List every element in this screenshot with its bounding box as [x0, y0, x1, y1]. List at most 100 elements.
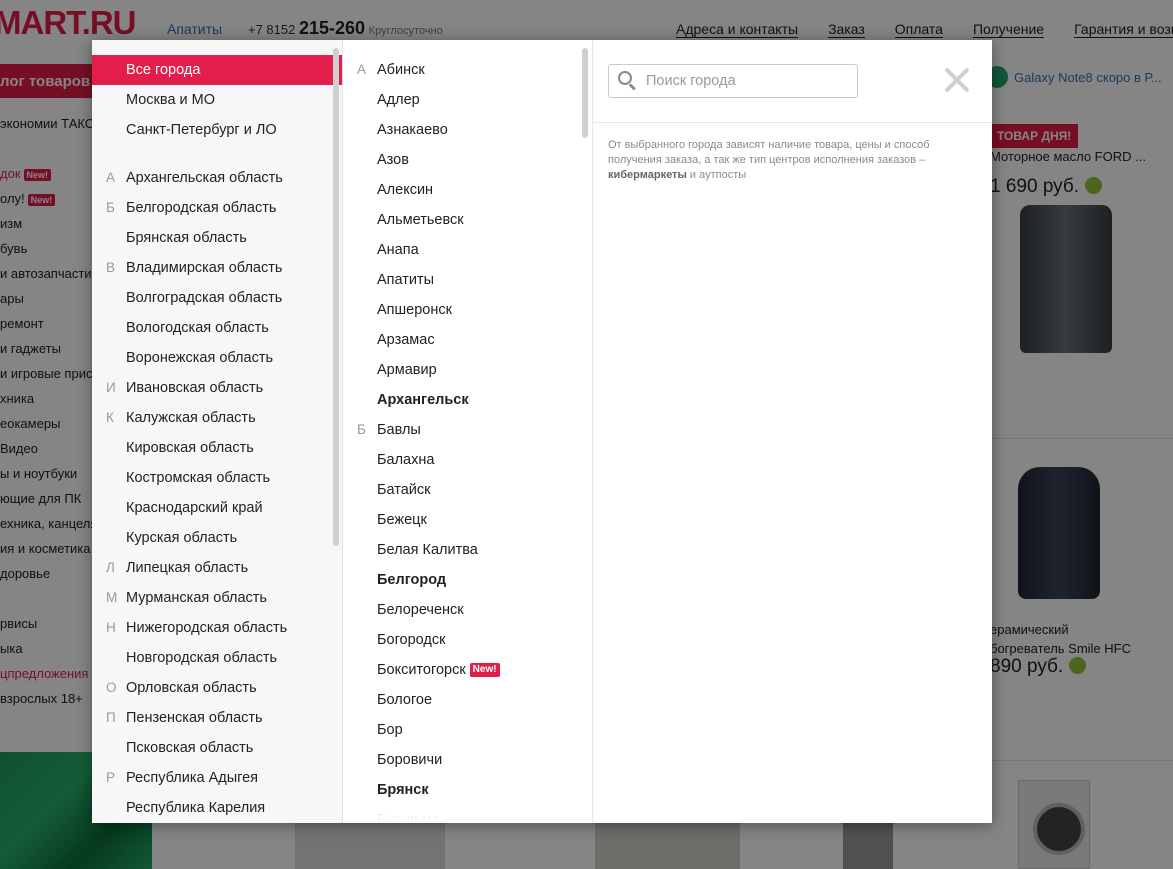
city-item[interactable]: Батайск: [343, 475, 592, 505]
region-name: Псковская область: [126, 740, 254, 756]
cities-column: А Абинск Адлер Азнакаево Азов Алексин Альметье…: [343, 40, 593, 823]
city-item[interactable]: Азов: [343, 145, 592, 175]
alpha-letter: Л: [106, 560, 115, 575]
city-name: Апатиты: [377, 272, 435, 288]
region-item[interactable]: О Орловская область: [92, 673, 342, 703]
city-item[interactable]: Боровичи: [343, 745, 592, 775]
region-item[interactable]: М Мурманская область: [92, 583, 342, 613]
city-item[interactable]: Альметьевск: [343, 205, 592, 235]
region-item[interactable]: Все города: [92, 55, 342, 85]
alpha-letter: К: [106, 410, 114, 425]
region-item[interactable]: Н Нижегородская область: [92, 613, 342, 643]
city-name: Бор: [377, 722, 403, 738]
city-item[interactable]: Бор: [343, 715, 592, 745]
alpha-letter: И: [106, 380, 116, 395]
city-name: Белгород: [377, 572, 447, 588]
region-item[interactable]: Волгоградская область: [92, 283, 342, 313]
region-item[interactable]: Костромская область: [92, 463, 342, 493]
region-item[interactable]: Л Липецкая область: [92, 553, 342, 583]
regions-column: Все города Москва и МО Санкт-Петербург и Л…: [92, 40, 343, 823]
region-item[interactable]: К Калужская область: [92, 403, 342, 433]
region-name: Костромская область: [126, 470, 271, 486]
region-item[interactable]: Новгородская область: [92, 643, 342, 673]
city-item[interactable]: Армавир: [343, 355, 592, 385]
region-item[interactable]: Курская область: [92, 523, 342, 553]
cities-list: А Абинск Адлер Азнакаево Азов Алексин Альметье…: [343, 40, 592, 823]
region-name: Архангельская область: [126, 170, 283, 186]
region-name: Все города: [126, 62, 201, 78]
region-item[interactable]: Санкт-Петербург и ЛО: [92, 115, 342, 145]
region-name: Республика Карелия: [126, 800, 266, 816]
alpha-letter: Б: [106, 200, 115, 215]
city-name: Бавлы: [377, 422, 421, 438]
region-name: Москва и МО: [126, 92, 216, 108]
city-item[interactable]: Бугульма: [343, 805, 592, 823]
city-item[interactable]: Б Бавлы: [343, 415, 592, 445]
alpha-letter: М: [106, 590, 118, 605]
city-item[interactable]: Архангельск: [343, 385, 592, 415]
city-item[interactable]: Белая Калитва: [343, 535, 592, 565]
city-item[interactable]: Балахна: [343, 445, 592, 475]
region-name: Брянская область: [126, 230, 247, 246]
city-item[interactable]: Белореченск: [343, 595, 592, 625]
region-name: Волгоградская область: [126, 290, 283, 306]
region-name: Кировская область: [126, 440, 254, 456]
regions-scrollbar[interactable]: [333, 48, 339, 546]
region-name: Орловская область: [126, 680, 257, 696]
city-item[interactable]: Анапа: [343, 235, 592, 265]
info-text-part: и аутпосты: [689, 169, 747, 181]
city-search-input[interactable]: [646, 73, 846, 89]
region-item[interactable]: Брянская область: [92, 223, 342, 253]
region-item[interactable]: Р Республика Адыгея: [92, 763, 342, 793]
city-item[interactable]: Апатиты: [343, 265, 592, 295]
city-item[interactable]: Богородск: [343, 625, 592, 655]
region-item[interactable]: А Архангельская область: [92, 163, 342, 193]
cities-scrollbar[interactable]: [582, 48, 588, 138]
region-name: Пензенская область: [126, 710, 263, 726]
region-item[interactable]: Б Белгородская область: [92, 193, 342, 223]
city-item[interactable]: Апшеронск: [343, 295, 592, 325]
region-item[interactable]: И Ивановская область: [92, 373, 342, 403]
close-icon[interactable]: [943, 66, 971, 94]
city-search-box[interactable]: [608, 64, 858, 98]
region-item[interactable]: Кировская область: [92, 433, 342, 463]
alpha-letter: А: [106, 170, 116, 185]
city-name: Брянск: [377, 782, 429, 798]
region-item[interactable]: Вологодская область: [92, 313, 342, 343]
city-name: Балахна: [377, 452, 435, 468]
region-item[interactable]: Псковская область: [92, 733, 342, 763]
region-item[interactable]: Краснодарский край: [92, 493, 342, 523]
region-name: Санкт-Петербург и ЛО: [126, 122, 277, 138]
alpha-letter: Б: [357, 422, 366, 437]
region-name: Новгородская область: [126, 650, 278, 666]
city-selector-modal: Все города Москва и МО Санкт-Петербург и Л…: [92, 40, 992, 823]
info-text-part: От выбранного города зависят наличие тов…: [608, 139, 930, 166]
city-item[interactable]: А Абинск: [343, 55, 592, 85]
divider: [593, 122, 992, 123]
region-name: Нижегородская область: [126, 620, 288, 636]
alpha-letter: В: [106, 260, 116, 275]
city-name: Анапа: [377, 242, 419, 258]
city-item[interactable]: Алексин: [343, 175, 592, 205]
region-item[interactable]: В Владимирская область: [92, 253, 342, 283]
city-item[interactable]: Азнакаево: [343, 115, 592, 145]
city-item[interactable]: Адлер: [343, 85, 592, 115]
city-item[interactable]: Белгород: [343, 565, 592, 595]
region-name: Ивановская область: [126, 380, 264, 396]
city-name: Архангельск: [377, 392, 469, 408]
region-item[interactable]: Республика Карелия: [92, 793, 342, 823]
city-item[interactable]: Арзамас: [343, 325, 592, 355]
city-item[interactable]: Бежецк: [343, 505, 592, 535]
region-name: Владимирская область: [126, 260, 283, 276]
city-item[interactable]: Бокситогорск New!: [343, 655, 592, 685]
city-item[interactable]: Брянск: [343, 775, 592, 805]
city-item[interactable]: Бологое: [343, 685, 592, 715]
alpha-letter: Р: [106, 770, 116, 785]
city-name: Батайск: [377, 482, 431, 498]
region-item[interactable]: Воронежская область: [92, 343, 342, 373]
cybermarkets-link[interactable]: кибермаркеты: [608, 169, 687, 181]
region-item[interactable]: П Пензенская область: [92, 703, 342, 733]
region-name: Курская область: [126, 530, 238, 546]
region-item[interactable]: Москва и МО: [92, 85, 342, 115]
city-name: Армавир: [377, 362, 437, 378]
